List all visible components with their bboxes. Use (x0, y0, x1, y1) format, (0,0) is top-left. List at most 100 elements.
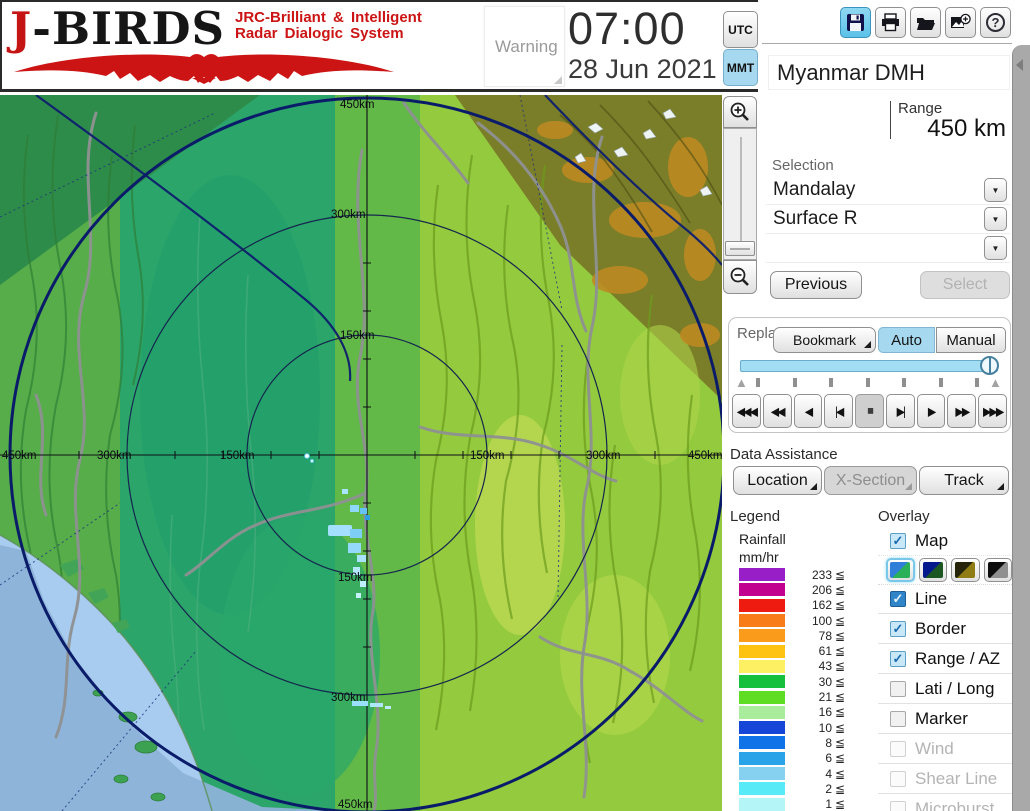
fast-rewind-button[interactable]: ◀◀ (762, 394, 792, 428)
dropdown-arrow-icon[interactable]: ▼ (984, 207, 1007, 231)
legend-operator: ≦ (835, 613, 846, 628)
svg-text:300km: 300km (331, 692, 366, 704)
dropdown-value: Mandalay (773, 179, 856, 200)
open-folder-button[interactable] (910, 7, 941, 38)
selection-dropdown-surface-r[interactable]: Surface R ▼ (766, 205, 1010, 234)
selection-dropdown-mandalay[interactable]: Mandalay ▼ (766, 176, 1010, 205)
overlay-item-label: Microburst (915, 798, 995, 811)
legend-row-4: 4 ≦ (739, 766, 869, 781)
checkbox-lati-long[interactable] (890, 680, 906, 697)
range-divider (890, 101, 891, 139)
overlay-row-range-az[interactable]: ✓ Range / AZ (878, 643, 1012, 673)
map-style-terrain-dark-button[interactable] (918, 558, 948, 582)
checkbox-line[interactable]: ✓ (890, 591, 906, 607)
replay-manual-button[interactable]: Manual (936, 327, 1006, 353)
svg-text:450km: 450km (2, 450, 37, 462)
timezone-mmt-button[interactable]: MMT (723, 49, 758, 86)
play-button[interactable]: ▶ (916, 394, 946, 428)
map-style-terrain-color-button[interactable] (886, 558, 915, 582)
overlay-item-label: Map (915, 531, 949, 550)
x-section-button[interactable]: X-Section (824, 466, 917, 495)
legend-swatch (739, 629, 785, 643)
map-zoom-slider[interactable] (723, 128, 757, 260)
checkbox-marker[interactable] (890, 710, 906, 727)
play-reverse-button[interactable]: ◀ (793, 394, 823, 428)
clock-time: 07:00 (568, 3, 686, 54)
dropdown-arrow-icon[interactable]: ▼ (984, 178, 1007, 202)
export-image-button[interactable] (945, 7, 976, 38)
timeline-end-marker[interactable]: ▲ (989, 376, 1002, 389)
replay-timeline-track[interactable] (740, 360, 998, 372)
play-reverse-icon: ◀ (804, 404, 814, 419)
legend-operator: ≦ (835, 751, 846, 766)
overlay-label: Overlay (878, 508, 930, 525)
track-button[interactable]: Track (919, 466, 1009, 495)
jump-to-start-button[interactable]: ◀◀◀ (732, 394, 761, 428)
legend-row-100: 100 ≦ (739, 613, 869, 628)
overlay-item-label: Lati / Long (915, 678, 995, 698)
warning-panel[interactable]: Warning (484, 6, 565, 87)
jump-to-end-button[interactable]: ▶▶▶ (978, 394, 1008, 428)
station-name-field[interactable]: Myanmar DMH (768, 55, 1010, 90)
overlay-row-border[interactable]: ✓ Border (878, 613, 1012, 643)
overlay-row-map[interactable]: ✓ Map (878, 527, 1012, 555)
help-icon: ? (986, 13, 1005, 32)
legend-operator: ≦ (835, 781, 846, 796)
svg-text:300km: 300km (97, 450, 132, 462)
help-button[interactable]: ? (980, 7, 1011, 38)
legend-swatch (739, 659, 785, 673)
stop-button[interactable]: ■ (855, 394, 884, 428)
legend-value: 206 (811, 582, 832, 597)
clock-date: 28 Jun 2021 (568, 54, 717, 84)
location-button[interactable]: Location (733, 466, 822, 495)
save-button[interactable] (840, 7, 871, 38)
overlay-row-shear-line: Shear Line (878, 763, 1012, 793)
overlay-row-marker[interactable]: Marker (878, 703, 1012, 733)
svg-text:300km: 300km (331, 209, 366, 221)
map-style-icon (955, 562, 976, 578)
map-style-icon (922, 562, 943, 578)
fast-forward-button[interactable]: ▶▶ (947, 394, 977, 428)
legend-swatch (739, 782, 785, 796)
replay-timeline-handle[interactable] (980, 356, 999, 375)
previous-button[interactable]: Previous (770, 271, 862, 299)
zoom-slider-handle[interactable] (725, 241, 755, 256)
panel-collapse-strip[interactable] (1012, 45, 1030, 811)
svg-text:450km: 450km (688, 450, 722, 462)
step-back-icon: |◀ (835, 404, 844, 419)
legend-value: 100 (811, 613, 832, 628)
svg-text:450km: 450km (338, 799, 373, 811)
checkbox-border[interactable]: ✓ (890, 620, 906, 637)
step-forward-button[interactable]: ▶| (885, 394, 915, 428)
fast-rewind-icon: ◀◀ (770, 404, 786, 419)
legend-operator: ≦ (835, 644, 846, 659)
selection-dropdown-blank[interactable]: ▼ (766, 234, 1010, 263)
legend-operator: ≦ (835, 567, 846, 582)
select-button[interactable]: Select (920, 271, 1010, 299)
legend-swatch (739, 797, 785, 811)
map-style-terrain-mono-button[interactable] (983, 558, 1012, 582)
zoom-out-button[interactable] (723, 260, 757, 294)
map-style-icon (890, 562, 911, 578)
timeline-start-marker[interactable]: ▲ (735, 376, 748, 389)
timezone-utc-button[interactable]: UTC (723, 11, 758, 48)
bookmark-button[interactable]: Bookmark (773, 327, 876, 353)
overlay-row-lati-long[interactable]: Lati / Long (878, 673, 1012, 703)
map-style-terrain-olive-button[interactable] (951, 558, 980, 582)
zoom-in-button[interactable] (723, 96, 757, 128)
print-button[interactable] (875, 7, 906, 38)
step-back-button[interactable]: |◀ (824, 394, 854, 428)
checkbox-range-az[interactable]: ✓ (890, 650, 906, 667)
replay-auto-button[interactable]: Auto (878, 327, 935, 353)
legend-operator: ≦ (835, 797, 846, 811)
dropdown-arrow-icon[interactable]: ▼ (984, 236, 1007, 260)
svg-text:300km: 300km (586, 450, 621, 462)
legend-row-162: 162 ≦ (739, 598, 869, 613)
legend-operator: ≦ (835, 582, 846, 597)
overlay-row-line[interactable]: ✓ Line (878, 585, 1012, 613)
legend-operator: ≦ (835, 766, 846, 781)
legend-row-78: 78 ≦ (739, 628, 869, 643)
legend-swatch (739, 598, 785, 612)
radar-map[interactable]: 450km 300km 150km 150km 300km 450km 450k… (0, 95, 722, 811)
checkbox-map[interactable]: ✓ (890, 533, 906, 549)
